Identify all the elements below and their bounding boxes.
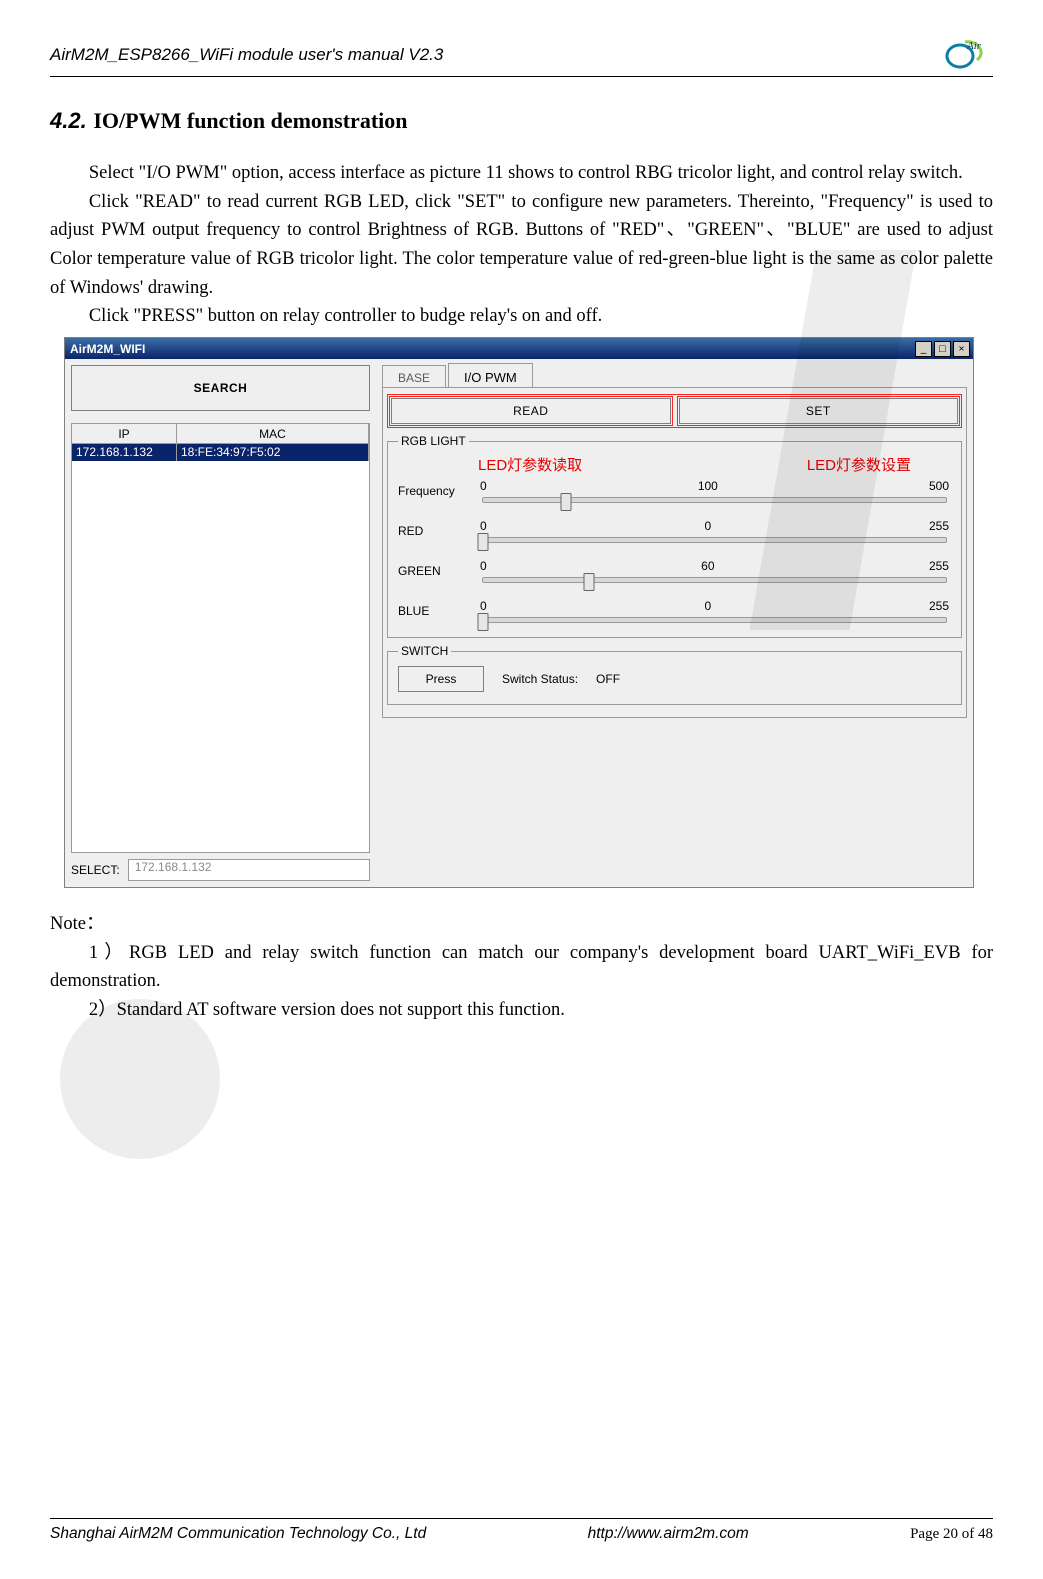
window-minimize-icon[interactable]: _ — [915, 341, 932, 357]
read-button[interactable]: READ — [391, 398, 671, 424]
green-min: 0 — [480, 559, 487, 573]
switch-group: SWITCH Press Switch Status: OFF — [387, 644, 962, 705]
window-title: AirM2M_WIFI — [70, 342, 145, 356]
red-thumb[interactable] — [478, 533, 489, 551]
green-thumb[interactable] — [584, 573, 595, 591]
frequency-thumb[interactable] — [561, 493, 572, 511]
red-mid: 0 — [704, 519, 711, 533]
switch-status-value: OFF — [596, 672, 620, 686]
frequency-slider[interactable] — [482, 497, 947, 503]
blue-thumb[interactable] — [478, 613, 489, 631]
cell-ip: 172.168.1.132 — [72, 444, 177, 461]
note-label: Note： — [50, 910, 993, 939]
blue-max: 255 — [929, 599, 949, 613]
table-row[interactable]: 172.168.1.132 18:FE:34:97:F5:02 — [72, 444, 369, 461]
red-label: RED — [398, 524, 478, 538]
red-max: 255 — [929, 519, 949, 533]
footer-url: http://www.airm2m.com — [588, 1525, 749, 1543]
note-2: 2）Standard AT software version does not … — [50, 996, 993, 1025]
set-button[interactable]: SET — [679, 398, 959, 424]
tab-base[interactable]: BASE — [382, 365, 446, 387]
switch-status-label: Switch Status: — [502, 672, 578, 686]
green-label: GREEN — [398, 564, 478, 578]
annotation-set: LED灯参数设置 — [807, 454, 911, 475]
paragraph-1: Select "I/O PWM" option, access interfac… — [50, 159, 993, 188]
paragraph-3: Click "PRESS" button on relay controller… — [50, 302, 993, 331]
read-set-row: READ SET — [387, 394, 962, 428]
green-max: 255 — [929, 559, 949, 573]
blue-mid: 0 — [704, 599, 711, 613]
window-titlebar: AirM2M_WIFI _ □ × — [65, 338, 973, 359]
search-button[interactable]: SEARCH — [71, 365, 370, 411]
tab-iopwm[interactable]: I/O PWM — [448, 363, 533, 387]
green-mid: 60 — [701, 559, 714, 573]
window-maximize-icon[interactable]: □ — [934, 341, 951, 357]
device-grid[interactable]: IP MAC 172.168.1.132 18:FE:34:97:F5:02 — [71, 423, 370, 853]
select-input[interactable]: 172.168.1.132 — [128, 859, 370, 881]
red-min: 0 — [480, 519, 487, 533]
blue-min: 0 — [480, 599, 487, 613]
red-slider[interactable] — [482, 537, 947, 543]
section-number: 4.2. — [50, 108, 87, 133]
column-header-ip[interactable]: IP — [72, 424, 177, 443]
doc-title: AirM2M_ESP8266_WiFi module user's manual… — [50, 45, 443, 65]
rgb-legend: RGB LIGHT — [398, 434, 469, 448]
column-header-mac[interactable]: MAC — [177, 424, 369, 443]
switch-legend: SWITCH — [398, 644, 451, 658]
paragraph-2: Click "READ" to read current RGB LED, cl… — [50, 188, 993, 303]
freq-min: 0 — [480, 479, 487, 493]
select-label: SELECT: — [71, 863, 120, 877]
footer-company: Shanghai AirM2M Communication Technology… — [50, 1525, 426, 1543]
page-footer: Shanghai AirM2M Communication Technology… — [50, 1518, 993, 1543]
section-title: IO/PWM function demonstration — [93, 108, 407, 133]
blue-label: BLUE — [398, 604, 478, 618]
annotation-read: LED灯参数读取 — [478, 454, 582, 475]
freq-max: 500 — [929, 479, 949, 493]
rgb-light-group: RGB LIGHT LED灯参数读取 LED灯参数设置 Frequency 0 … — [387, 434, 962, 638]
window-close-icon[interactable]: × — [953, 341, 970, 357]
footer-page: Page 20 of 48 — [910, 1526, 993, 1543]
svg-text:Air: Air — [966, 40, 982, 52]
cell-mac: 18:FE:34:97:F5:02 — [177, 444, 369, 461]
blue-slider[interactable] — [482, 617, 947, 623]
frequency-label: Frequency — [398, 484, 478, 498]
freq-mid: 100 — [698, 479, 718, 493]
green-slider[interactable] — [482, 577, 947, 583]
section-heading: 4.2. IO/PWM function demonstration — [50, 107, 993, 135]
brand-logo: Air — [937, 38, 993, 72]
press-button[interactable]: Press — [398, 666, 484, 692]
app-window: AirM2M_WIFI _ □ × SEARCH IP MAC 172.168.… — [64, 337, 974, 888]
note-1: 1）RGB LED and relay switch function can … — [50, 939, 993, 996]
